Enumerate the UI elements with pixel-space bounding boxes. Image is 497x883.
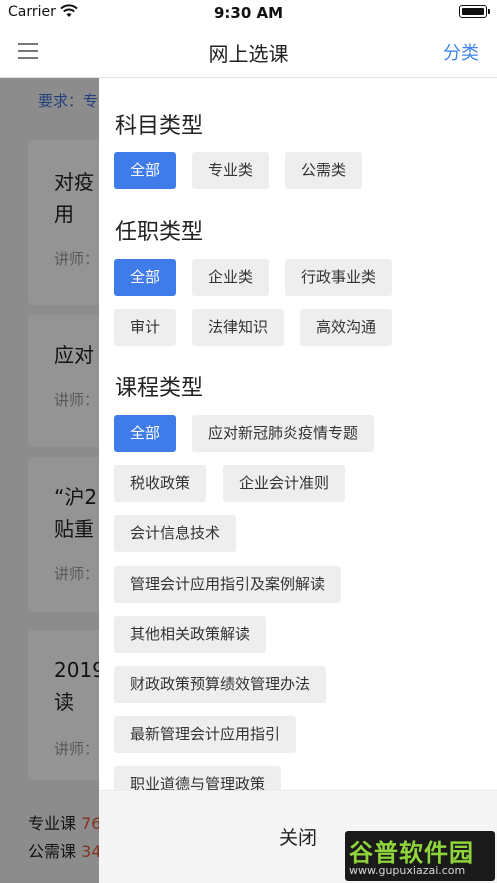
category-button[interactable]: 分类	[443, 39, 479, 65]
filter-panel: 科目类型 全部 专业类 公需类 任职类型 全部 企业类 行政事业类 审计 法律知…	[99, 78, 497, 883]
section-title-position-type: 任职类型	[115, 220, 204, 245]
chip-course-tax[interactable]: 税收政策	[114, 465, 207, 502]
chip-course-other-policies[interactable]: 其他相关政策解读	[114, 616, 267, 653]
chip-subject-professional[interactable]: 专业类	[192, 152, 270, 189]
section-title-subject-type: 科目类型	[115, 114, 204, 139]
section-title-course-type: 课程类型	[115, 376, 204, 401]
status-bar: Carrier 9:30 AM	[0, 0, 497, 26]
status-time: 9:30 AM	[213, 4, 284, 22]
chip-position-administrative[interactable]: 行政事业类	[285, 259, 393, 296]
page-title: 网上选课	[208, 42, 289, 66]
chip-course-accounting-it[interactable]: 会计信息技术	[114, 515, 237, 552]
chip-course-management-accounting-cases[interactable]: 管理会计应用指引及案例解读	[114, 566, 342, 603]
chip-course-all[interactable]: 全部	[114, 415, 177, 452]
chip-course-covid[interactable]: 应对新冠肺炎疫情专题	[192, 415, 375, 452]
chip-subject-public[interactable]: 公需类	[285, 152, 363, 189]
watermark-logo: 谷普软件园 www.gupuxiazai.com	[345, 831, 495, 881]
chip-course-latest-guidelines[interactable]: 最新管理会计应用指引	[114, 716, 297, 753]
chip-position-all[interactable]: 全部	[114, 259, 177, 296]
chip-course-accounting-standards[interactable]: 企业会计准则	[223, 465, 346, 502]
chip-position-enterprise[interactable]: 企业类	[192, 259, 270, 296]
watermark-text: 谷普软件园	[349, 839, 474, 867]
chip-subject-all[interactable]: 全部	[114, 152, 177, 189]
chip-position-law[interactable]: 法律知识	[192, 309, 285, 346]
battery-icon	[459, 5, 490, 18]
watermark-url: www.gupuxiazai.com	[349, 864, 466, 877]
chip-position-communication[interactable]: 高效沟通	[300, 309, 393, 346]
chip-position-audit[interactable]: 审计	[114, 309, 177, 346]
chip-course-fiscal-budget[interactable]: 财政政策预算绩效管理办法	[114, 666, 327, 703]
nav-bar: 网上选课 分类	[0, 26, 497, 78]
